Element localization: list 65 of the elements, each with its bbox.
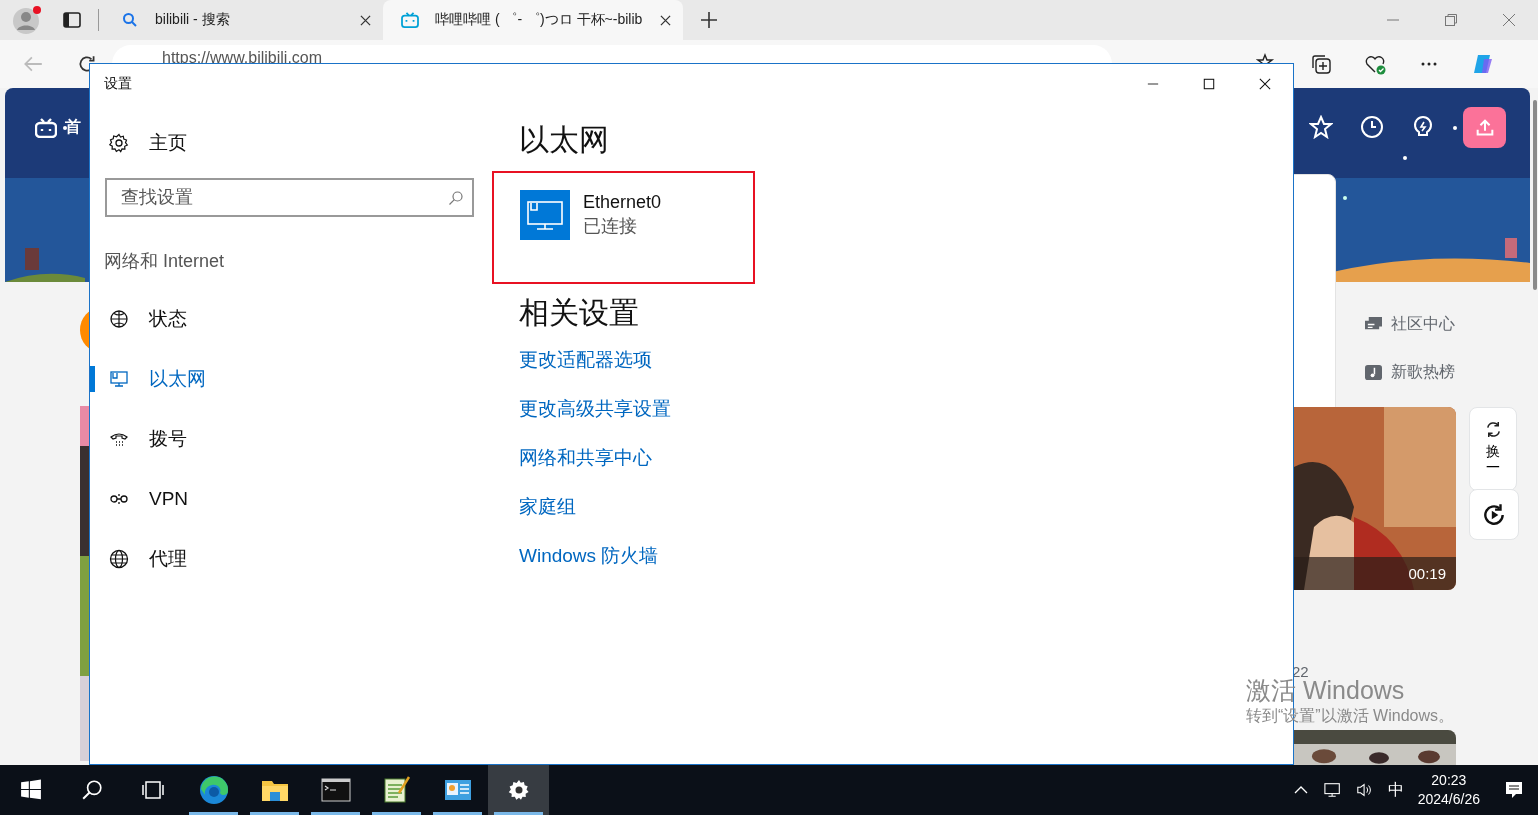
home-nav-item[interactable]: 主页 <box>104 118 490 168</box>
tv-icon <box>401 12 419 28</box>
search-icon <box>448 190 464 206</box>
section-heading: 网络和 Internet <box>104 250 226 273</box>
page-heading: 以太网 <box>519 122 609 158</box>
notepad-icon <box>381 775 412 805</box>
adapter-name: Ethernet0 <box>583 191 662 214</box>
refresh-button[interactable]: 换 一 <box>1469 407 1517 491</box>
upload-button[interactable] <box>1463 107 1506 148</box>
monitor-icon <box>520 190 570 240</box>
side-link[interactable]: 社区中心 <box>1364 314 1455 335</box>
settings-link[interactable]: Windows 防火墙 <box>519 543 659 569</box>
lightbulb-icon[interactable] <box>1411 115 1435 139</box>
search-icon <box>80 779 103 801</box>
settings-link[interactable]: 网络和共享中心 <box>519 445 652 471</box>
close-icon[interactable] <box>660 14 671 26</box>
clock-icon[interactable] <box>1360 115 1384 139</box>
settings-link[interactable]: 更改高级共享设置 <box>519 396 671 422</box>
input-method[interactable]: 中 <box>1387 779 1404 801</box>
replay-icon <box>1481 501 1507 528</box>
nav-item[interactable]: 代理 <box>104 529 490 589</box>
profile-avatar-icon[interactable] <box>12 5 42 35</box>
settings-link[interactable]: 更改适配器选项 <box>519 347 652 373</box>
video-duration: 00:19 <box>1408 565 1446 582</box>
nav-item[interactable]: 拨号 <box>104 409 490 469</box>
adapter-card[interactable]: Ethernet0 已连接 <box>492 171 755 284</box>
taskbar-button[interactable] <box>488 765 549 815</box>
copilot-icon[interactable] <box>1472 53 1494 75</box>
side-link[interactable]: 新歌热榜 <box>1364 362 1455 383</box>
globe-icon <box>109 309 129 329</box>
browser-tab[interactable]: bilibili - 搜索 <box>103 0 383 40</box>
section-heading: 相关设置 <box>519 295 639 331</box>
settings-icon <box>507 779 530 801</box>
collections-icon[interactable] <box>1310 53 1332 75</box>
music-note-icon <box>1364 364 1383 381</box>
search-field[interactable]: 查找设置 <box>105 178 474 217</box>
windows-icon <box>19 779 42 801</box>
monitor-icon <box>109 369 129 389</box>
network-icon[interactable] <box>1323 782 1342 798</box>
star-icon[interactable] <box>1309 115 1333 139</box>
terminal-icon <box>320 775 351 805</box>
heart-check-icon[interactable] <box>1364 53 1386 75</box>
globe-icon <box>109 549 129 569</box>
browser-icon <box>198 775 229 805</box>
tab-actions-icon[interactable] <box>62 10 82 30</box>
settings-icon <box>109 133 129 153</box>
new-tab-icon[interactable] <box>699 10 719 30</box>
maximize-icon[interactable] <box>1203 78 1215 90</box>
close-icon[interactable] <box>360 14 371 26</box>
search-icon <box>121 12 139 28</box>
nav-item[interactable]: VPN <box>104 469 490 529</box>
restore-icon[interactable] <box>1444 13 1458 27</box>
task-view-icon <box>141 779 164 801</box>
adapter-status: 已连接 <box>583 215 638 238</box>
browser-tab[interactable]: 哔哩哔哩 ( ゜- ゜)つロ 干杯~-bilib <box>383 0 683 40</box>
window-title: 设置 <box>104 75 132 93</box>
nav-item[interactable]: 状态 <box>104 289 490 349</box>
speaker-icon[interactable] <box>1355 782 1374 798</box>
tv-icon[interactable] <box>35 118 57 138</box>
notification-icon[interactable] <box>1504 780 1524 800</box>
close-icon[interactable] <box>1259 78 1271 90</box>
nav-link[interactable]: 首 <box>65 117 81 138</box>
settings-link[interactable]: 家庭组 <box>519 494 576 520</box>
clock[interactable]: 20:23 2024/6/26 <box>1417 771 1480 809</box>
replay-button[interactable] <box>1469 489 1519 540</box>
